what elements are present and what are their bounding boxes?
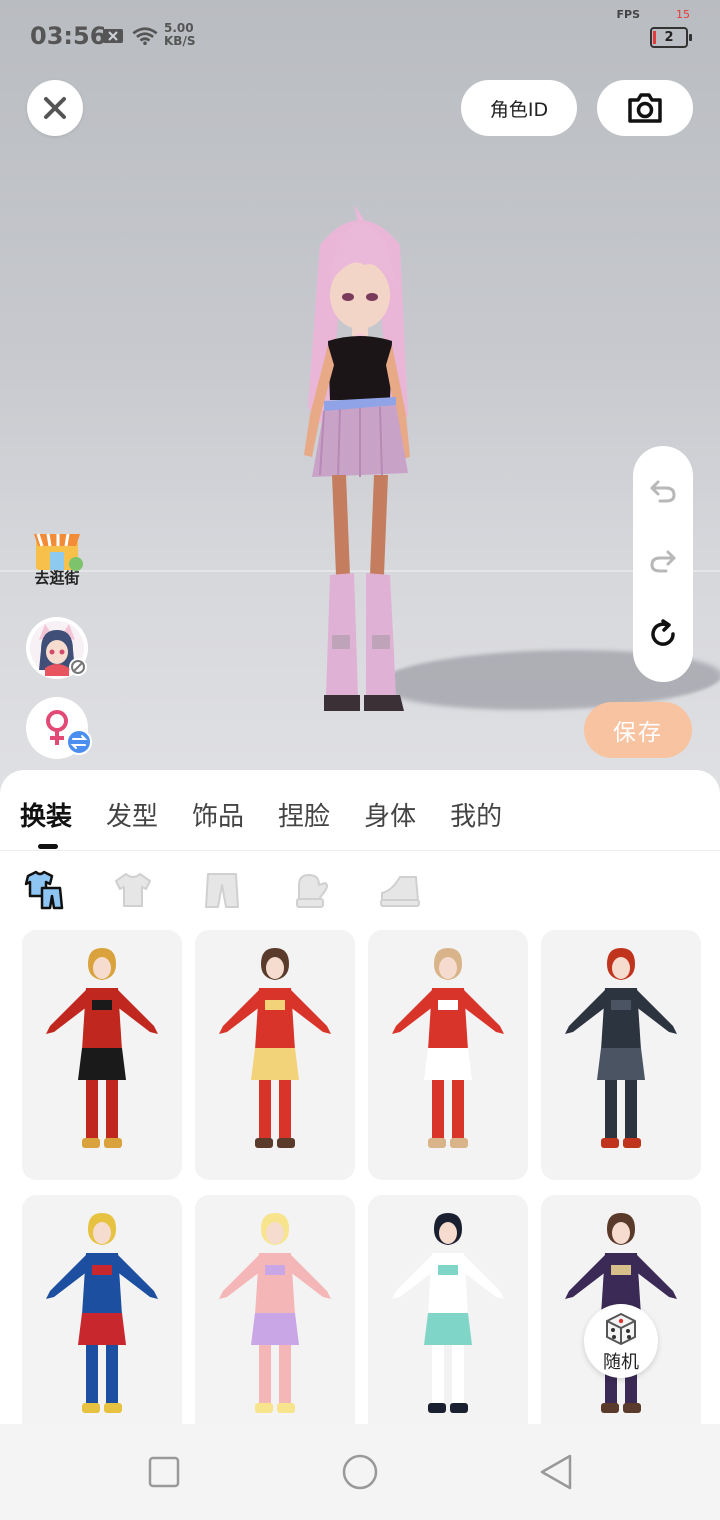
glove-icon xyxy=(296,874,328,908)
close-icon xyxy=(44,97,66,119)
undo-icon[interactable] xyxy=(648,476,678,506)
outfit-card[interactable] xyxy=(22,930,182,1180)
outfit-card[interactable] xyxy=(541,930,701,1180)
random-button[interactable]: 随机 xyxy=(584,1304,658,1378)
random-label: 随机 xyxy=(603,1352,639,1373)
category-gloves[interactable] xyxy=(289,868,333,912)
dice-icon xyxy=(606,1313,636,1345)
outfit-cat-costume-icon xyxy=(219,1213,331,1413)
swap-icon xyxy=(66,729,92,755)
avatar-scene: 03:56 5.00 KB/S FPS 15 2 角色ID 保存 去逛街 xyxy=(0,0,720,790)
camera-button[interactable] xyxy=(597,80,693,136)
shop-button[interactable]: 去逛街 xyxy=(26,530,88,592)
redo-icon[interactable] xyxy=(648,546,678,576)
outfit-red-coat-icon xyxy=(392,948,504,1148)
tab-outfit[interactable]: 换装 xyxy=(20,796,72,849)
fps-value: 15 xyxy=(676,8,690,21)
outfit-red-dress-icon xyxy=(219,948,331,1148)
tab-face[interactable]: 捏脸 xyxy=(278,796,330,836)
hidden-badge-icon xyxy=(69,658,87,676)
close-button[interactable] xyxy=(27,80,83,136)
gender-switch-button[interactable] xyxy=(26,697,92,759)
status-time: 03:56 xyxy=(30,22,107,50)
back-icon[interactable] xyxy=(538,1453,574,1491)
shop-icon xyxy=(34,533,83,571)
tab-accessories[interactable]: 饰品 xyxy=(192,796,244,836)
role-id-label: 角色ID xyxy=(489,98,549,121)
outfit-sport-tee-icon xyxy=(392,1213,504,1413)
top-icon xyxy=(115,873,151,907)
save-button[interactable]: 保存 xyxy=(584,702,692,758)
fps-label: FPS xyxy=(616,8,641,21)
outfit-set-icon xyxy=(24,870,64,910)
recent-apps-icon[interactable] xyxy=(148,1456,180,1488)
network-speed: 5.00 KB/S xyxy=(164,22,195,48)
character-avatar-button[interactable] xyxy=(26,617,88,679)
outfit-card[interactable] xyxy=(368,1195,528,1425)
outfit-card[interactable] xyxy=(195,930,355,1180)
shop-label: 去逛街 xyxy=(34,569,80,587)
speed-unit: KB/S xyxy=(164,34,196,48)
outfit-red-gown-icon xyxy=(46,948,158,1148)
system-nav-bar xyxy=(0,1424,720,1520)
home-icon[interactable] xyxy=(341,1453,379,1491)
wardrobe-tabs: 换装 发型 饰品 捏脸 身体 我的 xyxy=(20,796,536,849)
tab-mine[interactable]: 我的 xyxy=(450,796,502,836)
tab-hairstyle[interactable]: 发型 xyxy=(106,796,158,836)
outfit-card[interactable] xyxy=(195,1195,355,1425)
category-outfit-set[interactable] xyxy=(22,868,66,912)
outfit-card[interactable] xyxy=(22,1195,182,1425)
reset-icon[interactable] xyxy=(647,618,679,650)
tab-divider xyxy=(0,850,720,851)
tab-body[interactable]: 身体 xyxy=(364,796,416,836)
category-pants[interactable] xyxy=(200,868,244,912)
outfit-hero-suit-icon xyxy=(46,1213,158,1413)
outfit-card[interactable] xyxy=(368,930,528,1180)
role-id-button[interactable]: 角色ID xyxy=(461,80,577,136)
avatar-model[interactable] xyxy=(280,205,440,720)
camera-icon xyxy=(628,93,662,123)
category-bar xyxy=(22,868,467,912)
outfit-black-suit-icon xyxy=(565,948,677,1148)
notification-icon xyxy=(103,29,123,43)
status-bar: 03:56 5.00 KB/S FPS 15 2 xyxy=(30,8,692,56)
shoe-icon xyxy=(380,876,420,907)
battery-indicator: 2 xyxy=(650,27,692,48)
category-top[interactable] xyxy=(111,868,155,912)
wifi-icon xyxy=(132,27,158,45)
category-shoes[interactable] xyxy=(378,868,422,912)
pants-icon xyxy=(205,873,239,908)
edit-history-panel xyxy=(633,446,693,682)
